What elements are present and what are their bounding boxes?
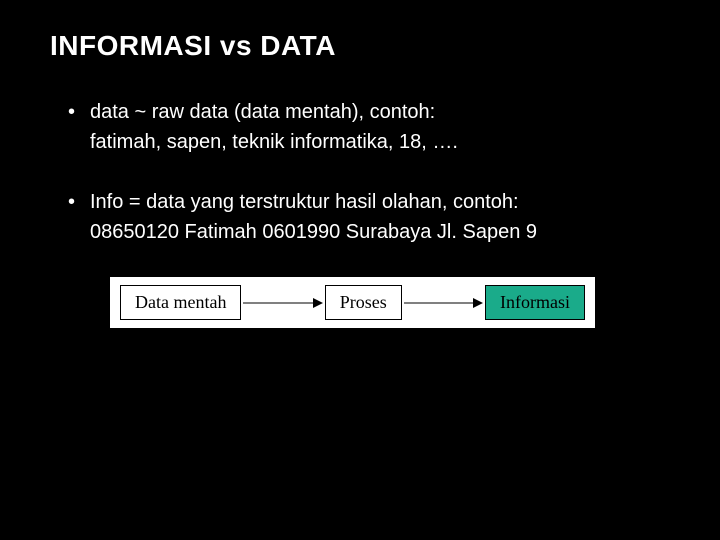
bullet-text: Info = data yang terstruktur hasil olaha… <box>90 187 670 217</box>
bullet-text: 08650120 Fatimah 0601990 Surabaya Jl. Sa… <box>90 217 670 247</box>
flow-diagram: Data mentah Proses Informasi <box>110 277 595 328</box>
arrow-icon <box>243 302 322 304</box>
diagram-box-process: Proses <box>325 285 402 320</box>
arrow-icon <box>404 302 483 304</box>
bullet-text: fatimah, sapen, teknik informatika, 18, … <box>90 127 670 157</box>
diagram-box-information: Informasi <box>485 285 585 320</box>
diagram-box-raw-data: Data mentah <box>120 285 241 320</box>
bullet-item-info: Info = data yang terstruktur hasil olaha… <box>90 187 670 247</box>
bullet-text: data ~ raw data (data mentah), contoh: <box>90 97 670 127</box>
slide-title: INFORMASI vs DATA <box>50 30 670 62</box>
bullet-item-data: data ~ raw data (data mentah), contoh: f… <box>90 97 670 157</box>
slide: INFORMASI vs DATA data ~ raw data (data … <box>0 0 720 358</box>
bullet-list: data ~ raw data (data mentah), contoh: f… <box>50 97 670 247</box>
